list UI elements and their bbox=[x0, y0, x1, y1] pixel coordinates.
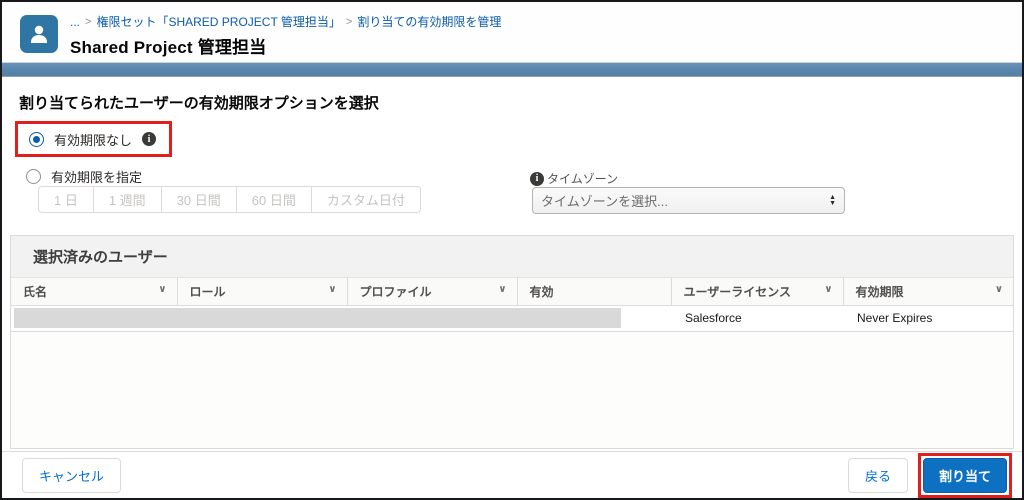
breadcrumb-separator: > bbox=[85, 15, 92, 28]
column-header-role[interactable]: ロール ∨ bbox=[176, 278, 347, 306]
duration-1-day-button[interactable]: 1 日 bbox=[38, 186, 94, 213]
column-header-active: 有効 bbox=[516, 278, 671, 306]
column-header-name[interactable]: 氏名 ∨ bbox=[11, 278, 177, 306]
breadcrumb: ... > 権限セット「SHARED PROJECT 管理担当」 > 割り当ての… bbox=[70, 13, 501, 30]
duration-1-week-button[interactable]: 1 週間 bbox=[93, 186, 162, 213]
column-header-label: 有効 bbox=[529, 284, 554, 299]
table-row: Salesforce Never Expires bbox=[11, 305, 1013, 332]
user-icon bbox=[31, 25, 47, 43]
page-header: ... > 権限セット「SHARED PROJECT 管理担当」 > 割り当ての… bbox=[2, 2, 1022, 62]
permission-set-user-icon bbox=[20, 15, 58, 53]
app-window: ... > 権限セット「SHARED PROJECT 管理担当」 > 割り当ての… bbox=[0, 0, 1024, 500]
info-icon[interactable]: i bbox=[142, 132, 157, 146]
assign-button-annotation-box: 割り当て bbox=[917, 452, 1012, 498]
duration-button-group: 1 日 1 週間 30 日間 60 日間 カスタム日付 bbox=[38, 186, 421, 213]
chevron-down-icon[interactable]: ∨ bbox=[995, 284, 1003, 295]
chevron-down-icon[interactable]: ∨ bbox=[328, 284, 336, 295]
cell-expiration: Never Expires bbox=[843, 305, 1013, 332]
breadcrumb-link-permission-set[interactable]: 権限セット「SHARED PROJECT 管理担当」 bbox=[96, 13, 340, 30]
breadcrumb-separator: > bbox=[345, 15, 353, 28]
column-header-label: プロファイル bbox=[359, 284, 432, 299]
table-header-row: 氏名 ∨ ロール ∨ プロファイル ∨ 有効 ユーザーライセンス ∨ 有効期限 … bbox=[11, 278, 1013, 306]
page-title: Shared Project 管理担当 bbox=[70, 38, 267, 57]
selected-users-card: 選択済みのユーザー 氏名 ∨ ロール ∨ プロファイル ∨ 有効 ユーザーライセ… bbox=[10, 235, 1014, 449]
option-no-expiration-annotated[interactable]: 有効期限なし i bbox=[15, 121, 172, 157]
assign-button[interactable]: 割り当て bbox=[922, 457, 1007, 493]
selected-users-title: 選択済みのユーザー bbox=[33, 249, 168, 266]
option-specify-expiration[interactable]: 有効期限を指定 bbox=[26, 167, 142, 186]
selected-users-table: 氏名 ∨ ロール ∨ プロファイル ∨ 有効 ユーザーライセンス ∨ 有効期限 … bbox=[11, 278, 1013, 332]
column-header-label: ユーザーライセンス bbox=[683, 284, 792, 299]
select-stepper-icon: ▲ ▼ bbox=[829, 194, 836, 207]
column-header-label: 氏名 bbox=[23, 284, 48, 299]
back-button[interactable]: 戻る bbox=[847, 457, 908, 493]
header-text: ... > 権限セット「SHARED PROJECT 管理担当」 > 割り当ての… bbox=[70, 13, 501, 58]
radio-specify-expiration[interactable] bbox=[26, 169, 41, 184]
column-header-label: ロール bbox=[189, 284, 226, 299]
timezone-select[interactable]: タイムゾーンを選択... ▲ ▼ bbox=[532, 187, 845, 214]
duration-30-days-button[interactable]: 30 日間 bbox=[161, 186, 237, 213]
timezone-label: タイムゾーン bbox=[547, 172, 619, 186]
info-icon[interactable]: i bbox=[530, 171, 544, 186]
chevron-down-icon[interactable]: ∨ bbox=[158, 284, 166, 295]
duration-custom-date-button[interactable]: カスタム日付 bbox=[311, 186, 421, 213]
column-header-license[interactable]: ユーザーライセンス ∨ bbox=[670, 278, 843, 306]
footer-action-bar: キャンセル 戻る 割り当て bbox=[2, 451, 1022, 498]
expiration-options-heading: 割り当てられたユーザーの有効期限オプションを選択 bbox=[19, 95, 379, 112]
radio-no-expiration[interactable] bbox=[29, 131, 44, 147]
column-header-label: 有効期限 bbox=[855, 284, 904, 299]
header-decorative-band bbox=[2, 62, 1022, 77]
selected-users-titlebar: 選択済みのユーザー bbox=[11, 236, 1013, 278]
radio-no-expiration-label: 有効期限なし bbox=[54, 132, 133, 148]
stepper-down-icon: ▼ bbox=[829, 199, 836, 207]
timezone-label-row: i タイムゾーン bbox=[530, 170, 618, 187]
column-header-expiration[interactable]: 有効期限 ∨ bbox=[842, 278, 1013, 306]
radio-specify-expiration-label: 有効期限を指定 bbox=[51, 170, 143, 185]
breadcrumb-link-manage-expiration[interactable]: 割り当ての有効期限を管理 bbox=[357, 13, 501, 30]
breadcrumb-link-more[interactable]: ... bbox=[70, 15, 80, 29]
duration-60-days-button[interactable]: 60 日間 bbox=[236, 186, 312, 213]
cancel-button[interactable]: キャンセル bbox=[22, 457, 122, 493]
column-header-profile[interactable]: プロファイル ∨ bbox=[346, 278, 517, 306]
cell-license: Salesforce bbox=[671, 305, 843, 332]
timezone-select-value: タイムゾーンを選択... bbox=[541, 194, 668, 209]
redaction-overlay bbox=[14, 308, 621, 328]
chevron-down-icon[interactable]: ∨ bbox=[824, 284, 832, 295]
cell-name-redacted bbox=[11, 305, 621, 332]
chevron-down-icon[interactable]: ∨ bbox=[498, 284, 506, 295]
